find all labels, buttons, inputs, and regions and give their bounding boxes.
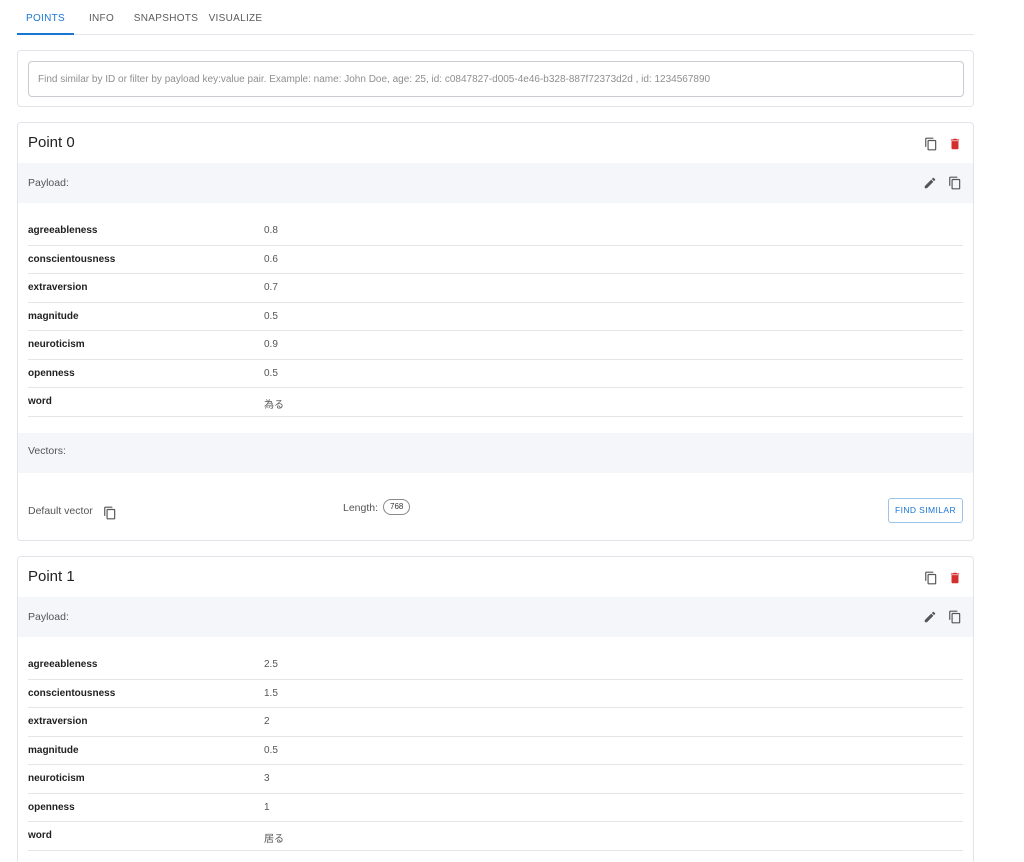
delete-icon[interactable]	[946, 135, 964, 153]
pencil-icon[interactable]	[921, 608, 939, 626]
payload-row: openness 1	[28, 794, 963, 822]
copy-icon[interactable]	[922, 569, 940, 587]
payload-key: agreeableness	[28, 225, 98, 236]
payload-header: Payload:	[18, 597, 973, 637]
payload-value: 2.5	[264, 659, 278, 670]
point-card: Point 1 Payload: agreeableness 2.5 consc…	[17, 556, 974, 862]
payload-value: 0.6	[264, 253, 278, 265]
payload-row: conscientousness 0.6	[28, 246, 963, 274]
find-similar-button[interactable]: FIND SIMILAR	[887, 497, 963, 523]
payload-row: extraversion 2	[28, 708, 963, 737]
payload-value: 0.5	[264, 367, 278, 379]
payload-key: neuroticism	[28, 339, 85, 350]
payload-key: magnitude	[28, 744, 79, 756]
payload-value: 2	[264, 716, 270, 727]
payload-label: Payload:	[28, 177, 69, 189]
copy-icon[interactable]	[101, 504, 119, 522]
pencil-icon[interactable]	[921, 174, 939, 192]
delete-icon[interactable]	[946, 569, 964, 587]
payload-value: 0.5	[264, 744, 278, 756]
vector-length-chip: 768	[383, 498, 411, 515]
payload-row: magnitude 0.5	[28, 737, 963, 765]
payload-value: 0.5	[264, 310, 278, 322]
copy-icon[interactable]	[946, 174, 964, 192]
copy-icon[interactable]	[922, 135, 940, 153]
payload-row: word 居る	[28, 822, 963, 851]
search-input[interactable]	[28, 61, 964, 97]
payload-row: magnitude 0.5	[28, 303, 963, 331]
payload-key: extraversion	[28, 282, 88, 293]
payload-key: word	[28, 396, 52, 407]
payload-value: 0.7	[264, 282, 278, 293]
payload-row: agreeableness 2.5	[28, 651, 963, 680]
payload-key: openness	[28, 801, 75, 813]
point-header: Point 1	[18, 557, 973, 597]
payload-key: conscientousness	[28, 687, 116, 699]
payload-value: 1.5	[264, 687, 278, 699]
payload-key: conscientousness	[28, 253, 116, 265]
payload-row: neuroticism 0.9	[28, 331, 963, 360]
payload-value: 1	[264, 801, 270, 813]
payload-row: agreeableness 0.8	[28, 217, 963, 246]
payload-value: 3	[264, 773, 270, 784]
payload-key: extraversion	[28, 716, 88, 727]
tab-snapshots[interactable]: SNAPSHOTS	[129, 0, 203, 35]
payload-key: agreeableness	[28, 659, 98, 670]
tab-visualize[interactable]: VISUALIZE	[203, 0, 268, 35]
payload-row: openness 0.5	[28, 360, 963, 388]
payload-table: agreeableness 0.8 conscientousness 0.6 e…	[18, 203, 973, 417]
payload-value: 居る	[264, 834, 284, 845]
payload-value: 0.8	[264, 225, 278, 236]
tab-info[interactable]: INFO	[74, 0, 129, 35]
vectors-label: Vectors:	[28, 444, 66, 457]
payload-value: 為る	[264, 400, 284, 411]
payload-key: openness	[28, 367, 75, 379]
payload-header: Payload:	[18, 163, 973, 203]
payload-row: neuroticism 3	[28, 765, 963, 794]
payload-row: conscientousness 1.5	[28, 680, 963, 708]
point-title: Point 0	[28, 134, 75, 151]
payload-table: agreeableness 2.5 conscientousness 1.5 e…	[18, 637, 973, 851]
tab-points[interactable]: POINTS	[17, 0, 74, 35]
vector-name: Default vector	[28, 504, 93, 517]
payload-value: 0.9	[264, 339, 278, 350]
point-title: Point 1	[28, 568, 75, 585]
payload-row: word 為る	[28, 388, 963, 417]
payload-row: extraversion 0.7	[28, 274, 963, 303]
copy-icon[interactable]	[946, 608, 964, 626]
vectors-header: Vectors:	[18, 432, 973, 473]
vector-length-label: Length:	[343, 501, 379, 514]
vector-row: Default vector Length: 768 FIND SIMILAR	[18, 473, 973, 541]
payload-label: Payload:	[28, 611, 69, 623]
point-card: Point 0 Payload: agreeableness 0.8 consc…	[17, 122, 974, 541]
tab-bar: POINTS INFO SNAPSHOTS VISUALIZE	[17, 0, 974, 35]
payload-key: word	[28, 830, 52, 841]
search-card	[17, 50, 974, 107]
payload-key: neuroticism	[28, 773, 85, 784]
payload-key: magnitude	[28, 310, 79, 322]
point-header: Point 0	[18, 123, 973, 163]
